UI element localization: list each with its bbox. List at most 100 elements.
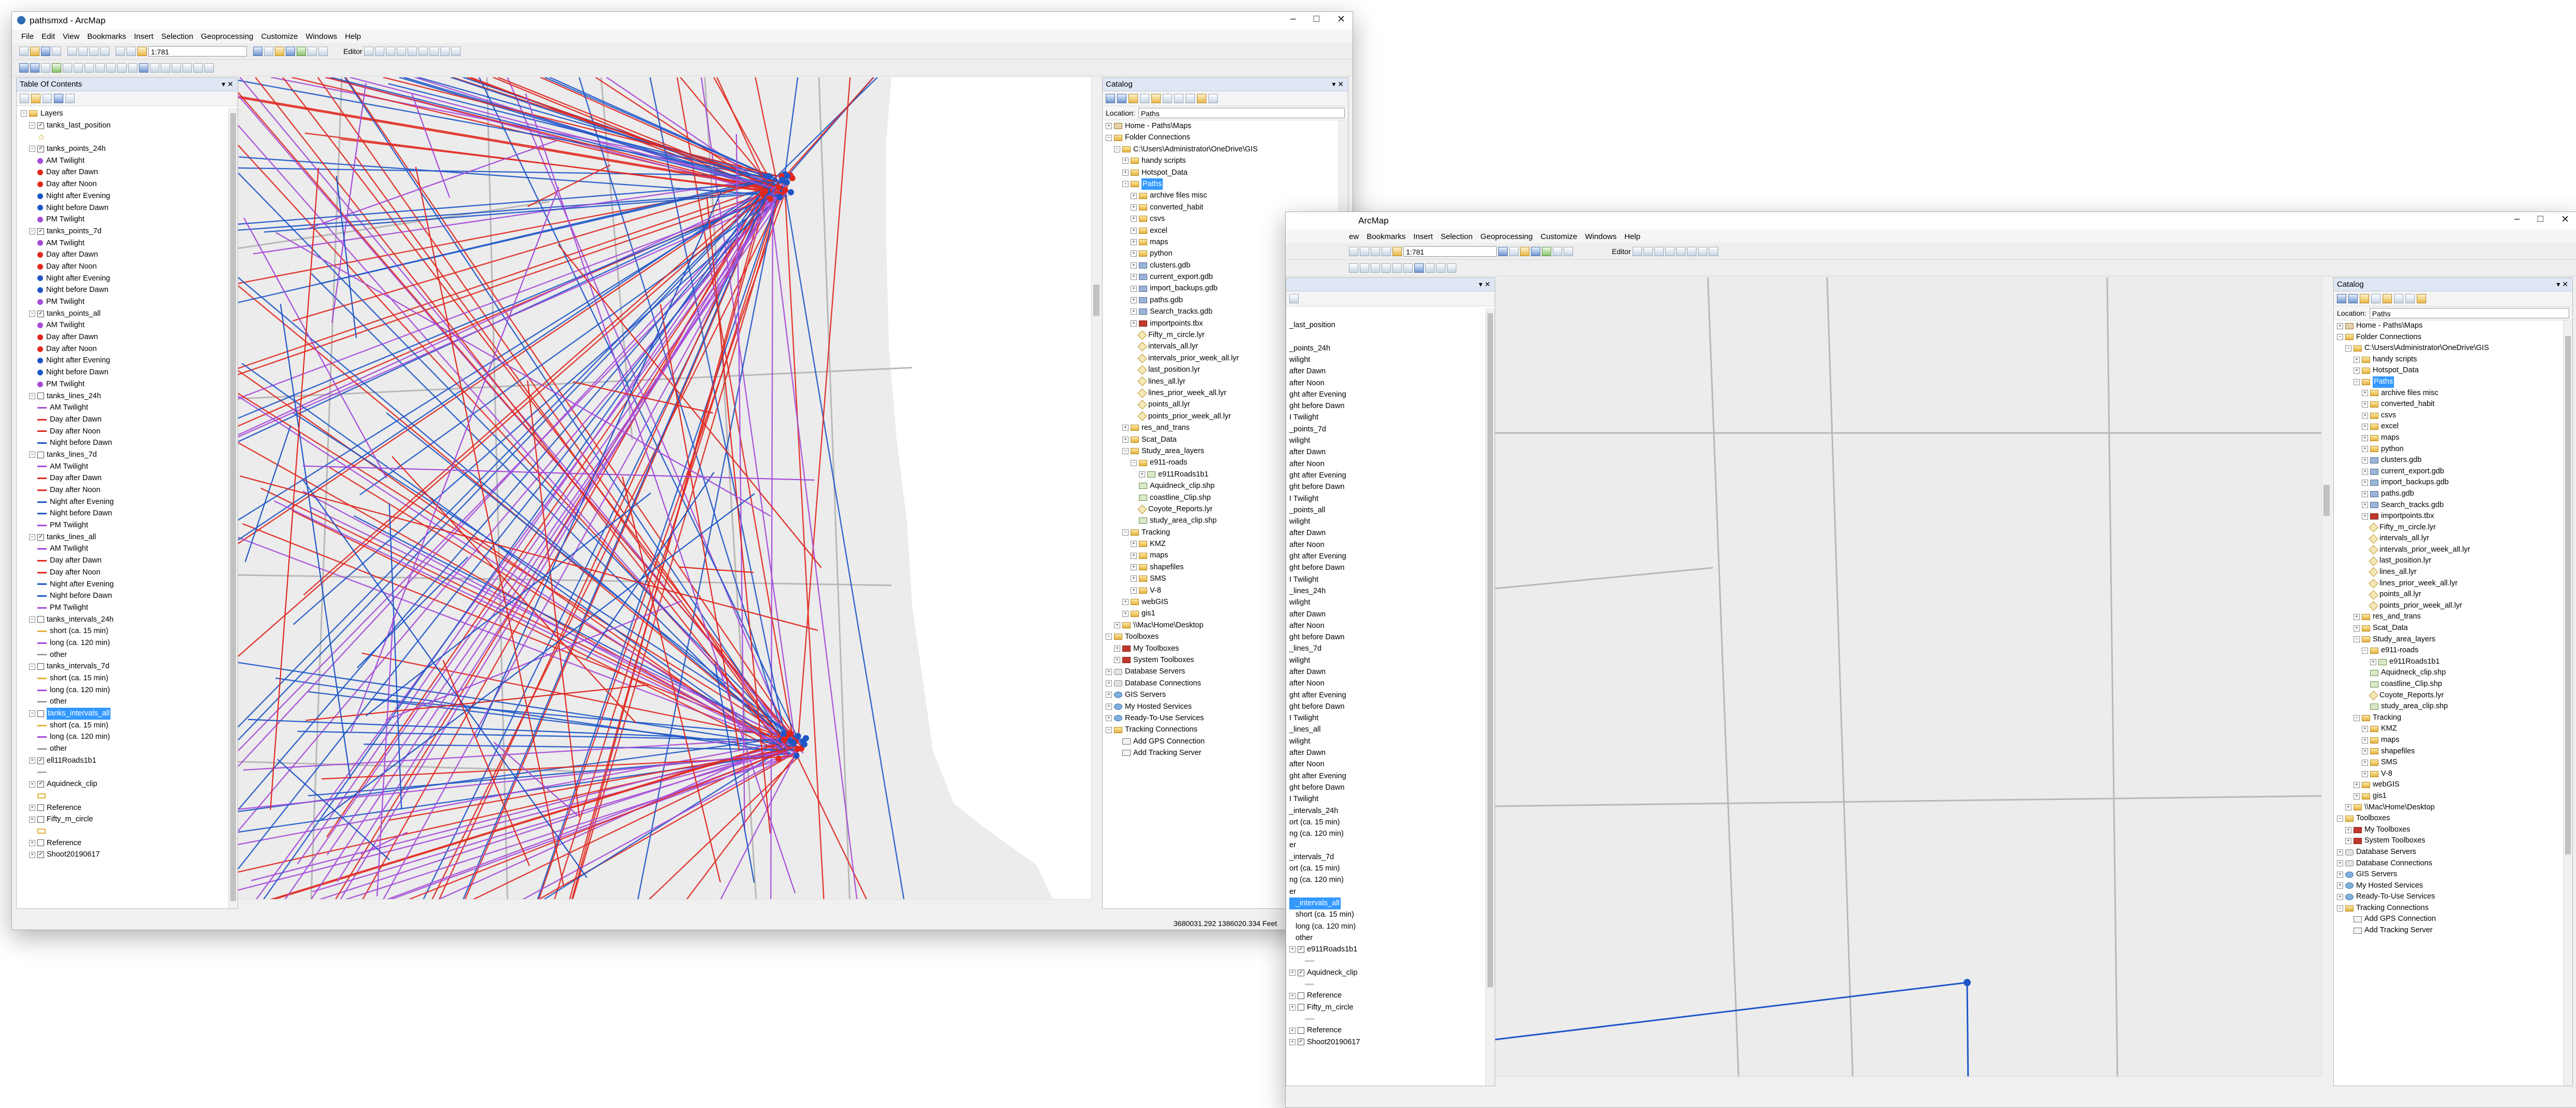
catalog-item[interactable]: + archive files misc: [2337, 388, 2562, 399]
toc-row[interactable]: Day after Noon: [21, 178, 227, 190]
catalog-item[interactable]: + excel: [2337, 421, 2562, 432]
back-extent-icon[interactable]: [85, 63, 94, 73]
disconnect-folder-icon[interactable]: [1163, 94, 1172, 103]
catalog-item[interactable]: + My Hosted Services: [2337, 880, 2562, 892]
attributes-icon[interactable]: [429, 46, 439, 56]
toc-row[interactable]: Night before Dawn: [21, 437, 227, 449]
expand-toggle-icon[interactable]: +: [2337, 871, 2343, 878]
layer-visibility-checkbox[interactable]: ✓: [37, 145, 44, 152]
expand-toggle-icon[interactable]: +: [29, 781, 35, 788]
fixed-zoom-out-icon[interactable]: [74, 63, 83, 73]
connect-folder-icon[interactable]: [2383, 294, 2392, 303]
toc-row[interactable]: + ✓ e911Roads1b1: [1289, 944, 1484, 955]
expand-toggle-icon[interactable]: +: [1122, 169, 1129, 176]
forward-extent-icon[interactable]: [95, 63, 105, 73]
editor-menu-2[interactable]: Editor: [1612, 247, 1631, 256]
expand-toggle-icon[interactable]: −: [29, 146, 35, 152]
toc-row[interactable]: after Noon: [1289, 620, 1484, 632]
catalog-item[interactable]: + converted_habit: [2337, 399, 2562, 410]
views-icon[interactable]: [2405, 294, 2415, 303]
toc-row[interactable]: + ✓ ell11Roads1b1: [21, 755, 227, 767]
expand-toggle-icon[interactable]: −: [29, 616, 35, 623]
add-data-icon[interactable]: [1393, 246, 1402, 256]
toc-row[interactable]: other: [1289, 932, 1484, 944]
toc-row[interactable]: after Noon: [1289, 678, 1484, 690]
toc-row[interactable]: [21, 767, 227, 779]
toc-row[interactable]: wilight: [1289, 597, 1484, 608]
map-horizontal-scrollbar-2[interactable]: [1495, 1076, 2322, 1086]
toc-row[interactable]: AM Twilight: [21, 319, 227, 331]
toc-row[interactable]: _intervals_7d: [1289, 851, 1484, 863]
menu-item[interactable]: Insert: [134, 32, 154, 41]
expand-toggle-icon[interactable]: +: [2362, 770, 2368, 777]
toc-row[interactable]: Night before Dawn: [21, 367, 227, 378]
toc-row[interactable]: I Twilight: [1289, 412, 1484, 424]
layer-visibility-checkbox[interactable]: ✓: [37, 851, 44, 859]
toc-options-icon[interactable]: [65, 94, 75, 103]
toc-row[interactable]: after Noon: [1289, 759, 1484, 770]
expand-toggle-icon[interactable]: −: [29, 311, 35, 317]
catalog-options-icon[interactable]: [1208, 94, 1218, 103]
expand-toggle-icon[interactable]: +: [2354, 614, 2360, 621]
expand-toggle-icon[interactable]: +: [2354, 625, 2360, 632]
menu-item[interactable]: ew: [1349, 232, 1359, 241]
fixed-zoom-in-icon[interactable]: [1349, 263, 1358, 273]
undo-icon[interactable]: [1371, 246, 1380, 256]
toc-row[interactable]: Day after Noon: [21, 484, 227, 496]
forward-icon[interactable]: [1117, 94, 1126, 103]
menu-item[interactable]: Windows: [305, 32, 337, 41]
catalog-item[interactable]: + Database Servers: [2337, 847, 2562, 858]
menu-item[interactable]: Edit: [41, 32, 55, 41]
expand-toggle-icon[interactable]: +: [1122, 610, 1129, 617]
expand-toggle-icon[interactable]: +: [1131, 297, 1137, 304]
layer-visibility-checkbox[interactable]: ✓: [37, 122, 44, 129]
catalog-item[interactable]: + handy scripts: [1106, 155, 1338, 166]
layer-visibility-checkbox[interactable]: [1298, 1027, 1304, 1034]
expand-toggle-icon[interactable]: +: [1131, 576, 1137, 582]
layer-visibility-checkbox[interactable]: ✓: [37, 757, 44, 764]
catalog-item[interactable]: Add Tracking Server: [2337, 925, 2562, 936]
editor-toolbar-icon[interactable]: [253, 46, 262, 56]
back-icon[interactable]: [1106, 94, 1115, 103]
forward-icon[interactable]: [2348, 294, 2358, 303]
menu-item[interactable]: Bookmarks: [1367, 232, 1405, 241]
catalog-panel-controls[interactable]: ▾ ✕: [1332, 78, 1344, 91]
expand-toggle-icon[interactable]: +: [1106, 715, 1112, 722]
catalog-item[interactable]: + maps: [2337, 735, 2562, 746]
arctoolbox-icon[interactable]: [1542, 246, 1551, 256]
toc-row[interactable]: − ✓ tanks_points_7d: [21, 226, 227, 237]
toc-row[interactable]: + ✓ Aquidneck_clip: [21, 778, 227, 790]
search-icon[interactable]: [286, 46, 295, 56]
sketch-icon[interactable]: [1643, 246, 1653, 256]
expand-toggle-icon[interactable]: +: [1122, 436, 1129, 443]
toc-row[interactable]: short (ca. 15 min): [21, 625, 227, 637]
toc-row[interactable]: Day after Noon: [21, 261, 227, 273]
catalog-item[interactable]: − Folder Connections: [1106, 132, 1338, 143]
expand-toggle-icon[interactable]: +: [2345, 838, 2351, 845]
home-icon[interactable]: [1140, 94, 1149, 103]
close-icon[interactable]: ✕: [2561, 214, 2569, 226]
search-icon[interactable]: [1531, 246, 1540, 256]
expand-toggle-icon[interactable]: +: [1114, 657, 1120, 664]
expand-toggle-icon[interactable]: −: [1122, 448, 1129, 455]
expand-toggle-icon[interactable]: −: [2345, 345, 2351, 352]
map-scale-combo-2[interactable]: 1:781: [1403, 246, 1497, 257]
toc-scrollbar[interactable]: [228, 108, 238, 908]
expand-toggle-icon[interactable]: +: [1131, 227, 1137, 234]
expand-toggle-icon[interactable]: −: [2354, 378, 2360, 385]
toc-row[interactable]: PM Twilight: [21, 378, 227, 390]
catalog-panel-controls-2[interactable]: ▾ ✕: [2556, 278, 2568, 291]
views-icon[interactable]: [1186, 94, 1195, 103]
expand-toggle-icon[interactable]: +: [2370, 658, 2376, 665]
toc-row[interactable]: [1289, 978, 1484, 990]
toc-row[interactable]: ght before Dawn: [1289, 563, 1484, 574]
menu-item[interactable]: Windows: [1585, 232, 1617, 241]
menu-item[interactable]: Selection: [1441, 232, 1473, 241]
catalog-item[interactable]: + Hotspot_Data: [1106, 167, 1338, 178]
expand-toggle-icon[interactable]: −: [29, 710, 35, 717]
toc-row[interactable]: Day after Noon: [21, 567, 227, 579]
menu-item[interactable]: Help: [1624, 232, 1640, 241]
expand-toggle-icon[interactable]: +: [2354, 368, 2360, 374]
toc-row[interactable]: I Twilight: [1289, 493, 1484, 504]
list-by-source-icon[interactable]: [31, 94, 40, 103]
